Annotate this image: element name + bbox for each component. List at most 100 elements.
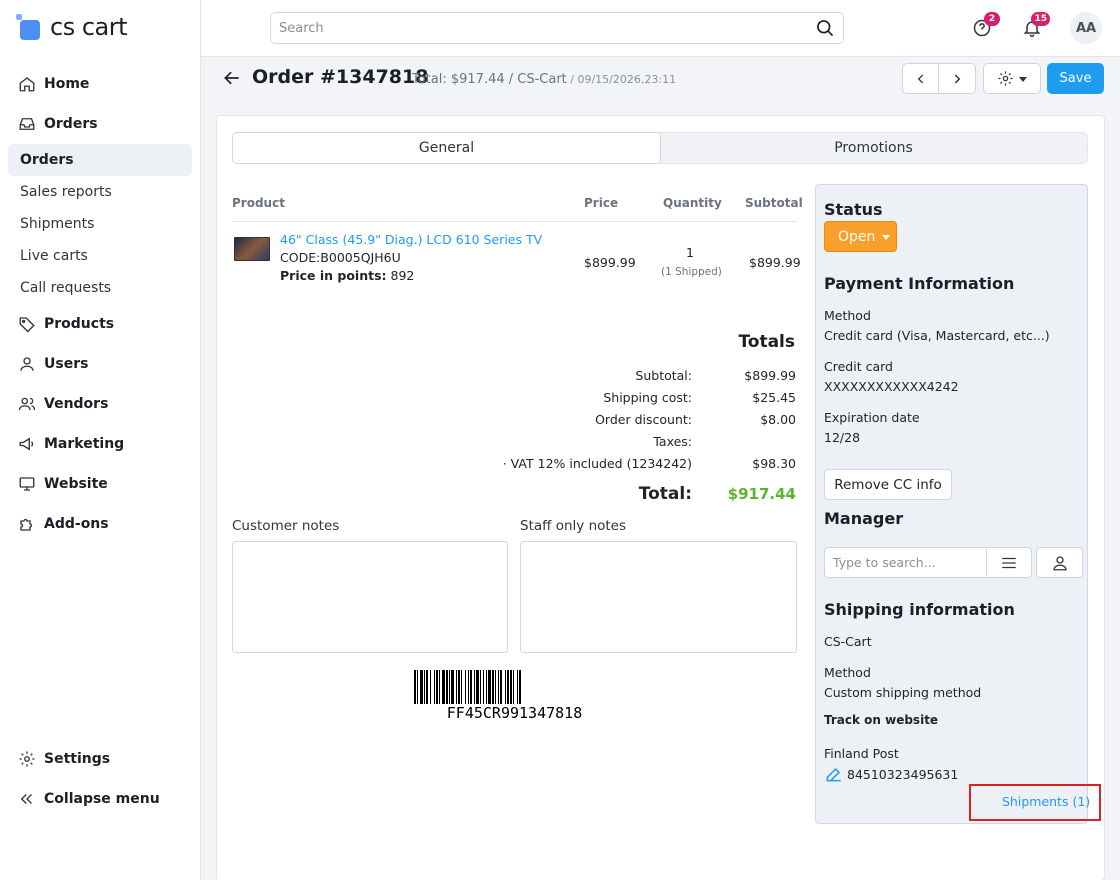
product-quantity: 1: [686, 245, 694, 260]
logo[interactable]: cs cart: [16, 12, 128, 42]
subtotal-label: Subtotal:: [635, 368, 692, 383]
sidebar-item-users[interactable]: Users: [8, 348, 192, 380]
settings-dropdown-button[interactable]: [983, 63, 1041, 94]
chevrons-left-icon: [20, 794, 32, 804]
sidebar-item-label: Settings: [44, 751, 111, 767]
shipping-method-label: Method: [824, 665, 871, 680]
totals-title: Totals: [738, 332, 795, 352]
column-header-product: Product: [232, 196, 285, 210]
save-button[interactable]: Save: [1047, 63, 1104, 94]
sidebar-item-home[interactable]: Home: [8, 68, 192, 100]
taxes-label: Taxes:: [653, 434, 692, 449]
sidebar-subitem-sales-reports[interactable]: Sales reports: [8, 176, 192, 208]
sidebar-item-vendors[interactable]: Vendors: [8, 388, 192, 420]
tab-general[interactable]: General: [232, 132, 661, 164]
column-header-quantity: Quantity: [663, 196, 722, 210]
customer-notes-label: Customer notes: [232, 518, 340, 534]
chevron-left-icon: [917, 73, 923, 84]
prev-order-button[interactable]: [902, 63, 939, 94]
staff-notes-field[interactable]: [520, 541, 797, 653]
page-title: Order #1347818: [252, 66, 429, 88]
search-icon[interactable]: [815, 18, 835, 38]
sidebar-subitem-shipments[interactable]: Shipments: [8, 208, 192, 240]
payment-method-label: Method: [824, 308, 871, 323]
logo-icon: [16, 14, 42, 40]
help-badge: 2: [984, 12, 1000, 26]
product-code: CODE:B0005QJH6U: [280, 250, 401, 265]
status-title: Status: [824, 200, 883, 219]
manager-search-input[interactable]: [824, 547, 987, 578]
status-value: Open: [838, 228, 876, 245]
users-icon: [18, 397, 36, 411]
points-value: 892: [386, 268, 415, 283]
notifications-button[interactable]: 15: [1020, 12, 1050, 40]
product-points: Price in points: 892: [280, 268, 414, 283]
barcode: [414, 670, 615, 704]
order-date: / 09/15/2026,23:11: [566, 73, 677, 86]
caret-down-icon: [1018, 76, 1027, 82]
sidebar-item-label: Add-ons: [44, 516, 109, 532]
home-icon: [19, 77, 35, 92]
sidebar-item-label: Website: [44, 476, 108, 492]
tracking-row: 84510323495631: [824, 764, 958, 784]
megaphone-icon: [19, 437, 34, 451]
sidebar-item-orders[interactable]: Orders: [8, 108, 192, 140]
collapse-menu-button[interactable]: Collapse menu: [8, 783, 192, 815]
track-on-website-label: Track on website: [824, 713, 939, 727]
sidebar-subitem-orders[interactable]: Orders: [8, 144, 192, 176]
product-image: [234, 237, 270, 261]
sidebar-item-label: Products: [44, 316, 115, 332]
order-discount-value: $8.00: [760, 412, 796, 427]
remove-cc-info-button[interactable]: Remove CC info: [824, 469, 952, 500]
tabs: General Promotions: [232, 132, 1088, 164]
user-icon: [1052, 555, 1067, 570]
sidebar-item-settings[interactable]: Settings: [8, 743, 192, 775]
sidebar-item-label: Users: [44, 356, 89, 372]
inbox-icon: [19, 118, 35, 130]
sidebar-item-label: Marketing: [44, 436, 125, 452]
avatar[interactable]: AA: [1070, 12, 1102, 44]
table-divider: [232, 221, 797, 222]
next-order-button[interactable]: [938, 63, 976, 94]
assign-to-me-button[interactable]: [1036, 547, 1083, 578]
logo-text: cs cart: [50, 13, 128, 41]
menu-icon: [1002, 557, 1016, 568]
product-subtotal: $899.99: [749, 255, 801, 270]
search-box: [270, 12, 844, 44]
barcode-text: FF45CR991347818: [446, 704, 583, 722]
sidebar-subitem-live-carts[interactable]: Live carts: [8, 240, 192, 272]
product-price: $899.99: [584, 255, 636, 270]
payment-info-title: Payment Information: [824, 274, 1015, 293]
order-total-store: Total: $917.44 / CS-Cart: [412, 72, 567, 87]
edit-icon[interactable]: [824, 764, 844, 784]
customer-notes-field[interactable]: [232, 541, 508, 653]
manager-list-button[interactable]: [986, 547, 1032, 578]
payment-method-value: Credit card (Visa, Mastercard, etc...): [824, 328, 1050, 343]
help-button[interactable]: 2: [970, 12, 1000, 40]
monitor-icon: [19, 477, 35, 491]
product-name-link[interactable]: 46" Class (45.9" Diag.) LCD 610 Series T…: [280, 232, 542, 247]
sidebar-item-marketing[interactable]: Marketing: [8, 428, 192, 460]
tracking-number: 84510323495631: [847, 766, 959, 782]
shipping-method-value: Custom shipping method: [824, 685, 982, 700]
credit-card-label: Credit card: [824, 359, 893, 374]
arrow-left-icon: [224, 71, 239, 85]
search-input[interactable]: [279, 20, 815, 36]
vat-value: $98.30: [752, 456, 796, 471]
total-label: Total:: [638, 484, 692, 504]
notifications-badge: 15: [1031, 12, 1050, 26]
puzzle-icon: [20, 518, 33, 531]
sidebar: cs cart Home Orders Orders Sales reports…: [0, 0, 201, 880]
expiration-date-value: 12/28: [824, 430, 861, 445]
tag-icon: [19, 317, 35, 333]
topbar: 2 15 AA: [201, 0, 1120, 57]
sidebar-item-label: Collapse menu: [44, 791, 160, 807]
status-dropdown[interactable]: Open: [824, 221, 897, 252]
tab-promotions[interactable]: Promotions: [660, 133, 1087, 163]
sidebar-item-website[interactable]: Website: [8, 468, 192, 500]
sidebar-item-products[interactable]: Products: [8, 308, 192, 340]
back-button[interactable]: [222, 68, 242, 88]
subtotal-value: $899.99: [744, 368, 796, 383]
sidebar-item-addons[interactable]: Add-ons: [8, 508, 192, 540]
sidebar-subitem-call-requests[interactable]: Call requests: [8, 272, 192, 304]
